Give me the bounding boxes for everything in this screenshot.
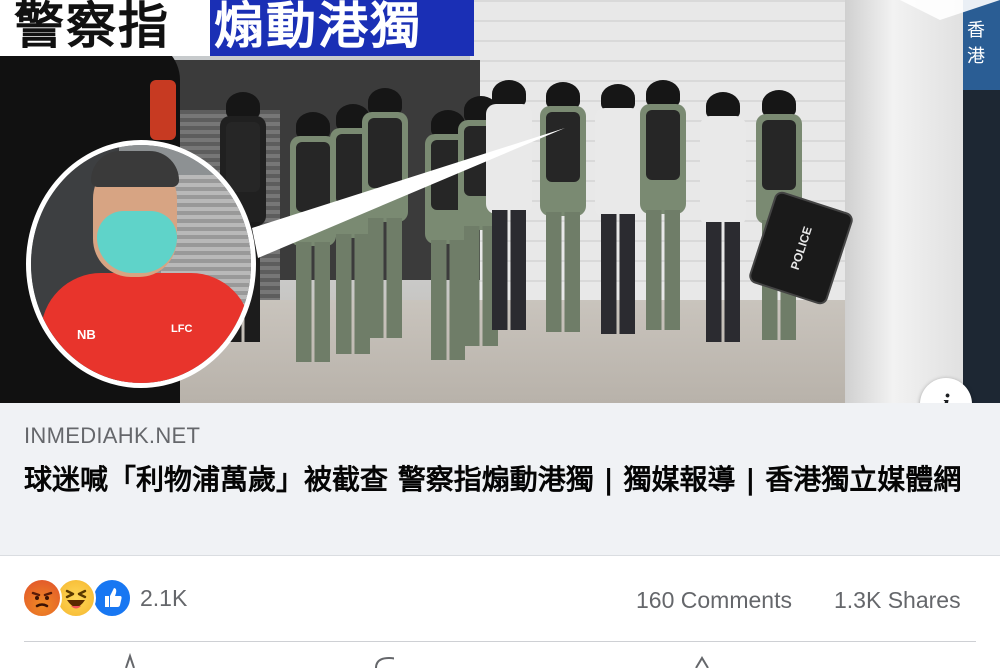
shirt-logo: NB (77, 327, 96, 342)
shirt-crest: LFC (171, 323, 193, 335)
haha-reaction-icon[interactable] (56, 578, 96, 618)
angry-reaction-icon[interactable] (22, 578, 62, 618)
engagement-bar: 2.1K 160 Comments 1.3K Shares (0, 557, 1000, 641)
comments-count[interactable]: 160 Comments (636, 587, 792, 614)
reaction-count[interactable]: 2.1K (140, 585, 187, 612)
link-title[interactable]: 球迷喊「利物浦萬歲」被截查 警察指煽動港獨 | 獨媒報導 | 香港獨立媒體網 (24, 461, 974, 499)
like-reaction-icon[interactable] (92, 578, 132, 618)
link-domain: INMEDIAHK.NET (24, 423, 201, 448)
face-mask (97, 211, 177, 273)
like-action-icon[interactable] (120, 652, 140, 668)
share-action-icon[interactable] (692, 652, 712, 668)
action-divider (24, 641, 976, 642)
comment-action-icon[interactable] (374, 652, 394, 668)
red-shirt (41, 273, 251, 383)
link-card[interactable]: INMEDIAHK.NET 球迷喊「利物浦萬歲」被截查 警察指煽動港獨 | 獨媒… (0, 403, 1000, 556)
inset-portrait: NB LFC (26, 140, 256, 388)
shares-count[interactable]: 1.3K Shares (834, 587, 961, 614)
link-preview-image[interactable]: 香港 POLICE 警察指 煽動港獨 NB LFC (0, 0, 1000, 403)
